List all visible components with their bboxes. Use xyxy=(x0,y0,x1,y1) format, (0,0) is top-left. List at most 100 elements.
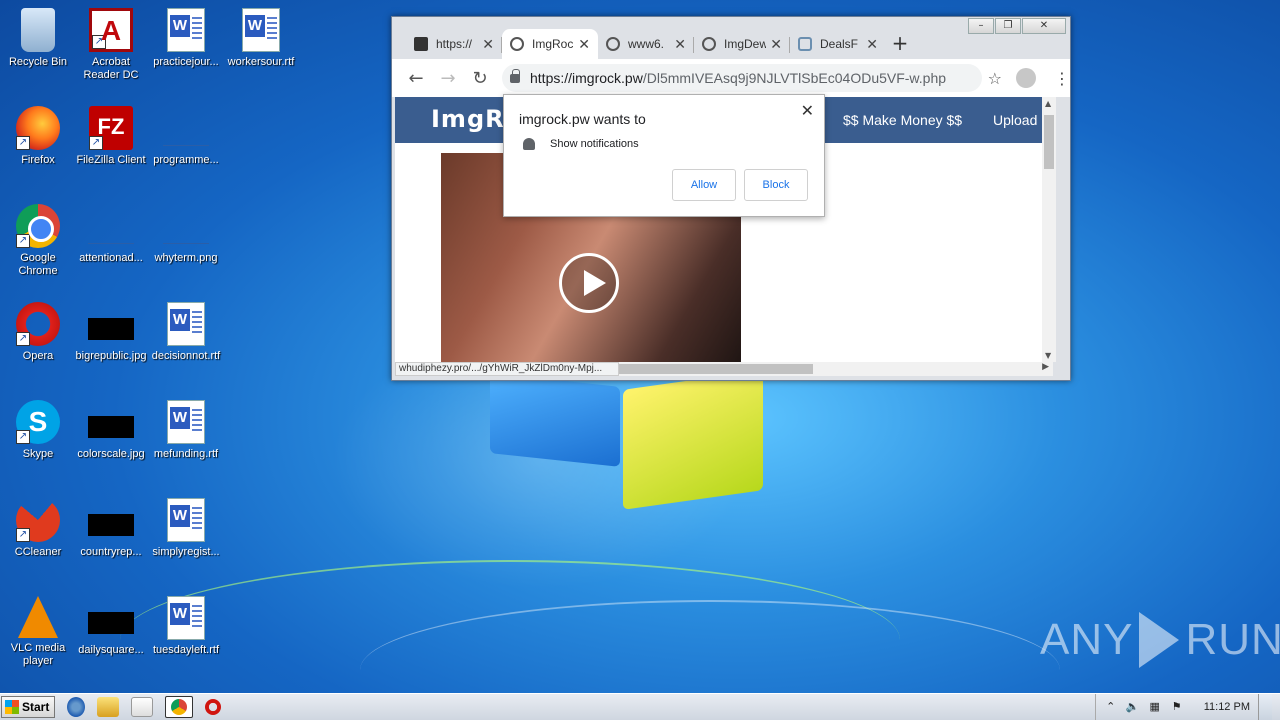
tab-close-icon[interactable]: ✕ xyxy=(866,36,878,53)
tab-close-icon[interactable]: ✕ xyxy=(674,36,686,53)
chrome-icon xyxy=(171,699,187,715)
opera-icon: ↗ xyxy=(16,302,60,346)
internet-explorer-icon[interactable] xyxy=(67,697,85,717)
skype-icon: ↗ xyxy=(16,400,60,444)
menu-kebab-icon[interactable]: ⋮ xyxy=(1054,69,1070,88)
tab-strip: https:// ✕ ImgRock ✕ www6. ✕ ImgDew ✕ De… xyxy=(406,27,914,59)
show-desktop-button[interactable] xyxy=(1258,693,1272,720)
block-button[interactable]: Block xyxy=(744,169,808,201)
desktop-icon-file[interactable]: attentionad... xyxy=(73,204,149,265)
bell-icon xyxy=(523,138,535,150)
desktop-icon-opera[interactable]: ↗ Opera xyxy=(0,302,76,363)
desktop-icon-vlc[interactable]: VLC media player xyxy=(0,596,76,668)
globe-icon xyxy=(606,37,620,51)
scroll-right-icon[interactable]: ▶ xyxy=(1042,362,1049,372)
restore-button[interactable]: ❐ xyxy=(995,18,1021,34)
window-close-button[interactable]: ✕ xyxy=(1022,18,1066,34)
windows-flag-icon xyxy=(5,700,19,714)
desktop-icon-chrome[interactable]: ↗ Google Chrome xyxy=(0,204,76,278)
play-icon[interactable] xyxy=(559,253,619,313)
image-thumbnail-icon xyxy=(88,612,134,634)
desktop-icon-image[interactable]: colorscale.jpg xyxy=(73,400,149,461)
desktop-icon-image[interactable]: whyterm.png xyxy=(148,204,224,265)
image-thumbnail-icon xyxy=(88,318,134,340)
desktop-icon-document[interactable]: workersour.rtf xyxy=(223,8,299,69)
tab-https[interactable]: https:// ✕ xyxy=(406,29,502,59)
start-button[interactable]: Start xyxy=(1,696,55,718)
desktop-icon-skype[interactable]: ↗ Skype xyxy=(0,400,76,461)
desktop-icon-file[interactable]: programme... xyxy=(148,106,224,167)
minimize-button[interactable]: – xyxy=(968,18,994,34)
tab-www6[interactable]: www6. ✕ xyxy=(598,29,694,59)
chrome-taskbar-button[interactable] xyxy=(165,696,193,718)
word-document-icon xyxy=(242,8,280,52)
desktop-icon-recycle-bin[interactable]: Recycle Bin xyxy=(0,8,76,69)
desktop-icon-acrobat[interactable]: ↗ Acrobat Reader DC xyxy=(73,8,149,82)
desktop-icon-ccleaner[interactable]: ↗ CCleaner xyxy=(0,498,76,559)
scroll-up-icon[interactable]: ▲ xyxy=(1045,99,1051,108)
tab-imgdew[interactable]: ImgDew ✕ xyxy=(694,29,790,59)
globe-icon xyxy=(510,37,524,51)
site-logo[interactable]: ImgR xyxy=(431,105,505,133)
browser-toolbar: ← → ↻ https://imgrock.pw/Dl5mmIVEAsq9j9N… xyxy=(392,59,1070,97)
anyrun-watermark: ANY RUN xyxy=(1040,612,1280,668)
vertical-scrollbar[interactable]: ▲ ▼ xyxy=(1042,97,1056,362)
network-icon[interactable]: ▦ xyxy=(1148,700,1162,714)
address-bar[interactable]: https://imgrock.pw/Dl5mmIVEAsq9j9NJLVTlS… xyxy=(502,64,982,92)
clock[interactable]: 11:12 PM xyxy=(1204,701,1250,713)
desktop-icon-filezilla[interactable]: ↗ FileZilla Client xyxy=(73,106,149,167)
notification-permission-dialog: imgrock.pw wants to ✕ Show notifications… xyxy=(503,94,825,217)
desktop-icon-firefox[interactable]: ↗ Firefox xyxy=(0,106,76,167)
dialog-title: imgrock.pw wants to xyxy=(519,111,646,127)
file-explorer-icon[interactable] xyxy=(97,697,119,717)
windows-logo xyxy=(478,370,778,510)
scroll-thumb[interactable] xyxy=(1044,115,1054,169)
globe-icon xyxy=(702,37,716,51)
nav-make-money-link[interactable]: $$ Make Money $$ xyxy=(843,112,962,128)
action-center-flag-icon[interactable]: ⚑ xyxy=(1170,700,1184,714)
desktop-icon-document[interactable]: decisionnot.rtf xyxy=(148,302,224,363)
recycle-bin-icon xyxy=(21,8,55,52)
tab-close-icon[interactable]: ✕ xyxy=(578,36,590,53)
volume-icon[interactable]: 🔈 xyxy=(1126,700,1140,714)
tab-close-icon[interactable]: ✕ xyxy=(482,36,494,53)
bookmark-star-icon[interactable]: ☆ xyxy=(988,69,1002,88)
vlc-icon xyxy=(18,596,58,638)
filezilla-icon: ↗ xyxy=(89,106,133,150)
word-document-icon xyxy=(167,596,205,640)
desktop-icon-document[interactable]: mefunding.rtf xyxy=(148,400,224,461)
acrobat-icon: ↗ xyxy=(89,8,133,52)
allow-button[interactable]: Allow xyxy=(672,169,736,201)
chrome-icon: ↗ xyxy=(16,204,60,248)
new-tab-button[interactable]: + xyxy=(886,29,914,59)
back-arrow-icon[interactable]: ← xyxy=(400,68,432,89)
close-icon[interactable]: ✕ xyxy=(801,101,814,121)
image-thumbnail-icon xyxy=(88,514,134,536)
window-controls: – ❐ ✕ xyxy=(967,18,1066,34)
taskbar: Start ⌃ 🔈 ▦ ⚑ 11:12 PM xyxy=(0,693,1280,720)
status-url: whudiphezy.pro/.../gYhWiR_JkZlDm0ny-Mpj.… xyxy=(395,362,619,376)
scroll-thumb[interactable] xyxy=(617,364,813,374)
tab-deals[interactable]: DealsF ✕ xyxy=(790,29,886,59)
word-document-icon xyxy=(167,400,205,444)
show-hidden-icons-icon[interactable]: ⌃ xyxy=(1104,700,1118,714)
desktop-icon-file[interactable]: countryrep... xyxy=(73,498,149,559)
desktop-icon-document[interactable]: tuesdayleft.rtf xyxy=(148,596,224,657)
file-code-icon xyxy=(414,37,428,51)
opera-icon[interactable] xyxy=(205,699,221,715)
play-triangle-icon xyxy=(1139,612,1180,668)
desktop-icon-file[interactable]: dailysquare... xyxy=(73,596,149,657)
word-document-icon xyxy=(167,498,205,542)
desktop-icon-document[interactable]: practicejour... xyxy=(148,8,224,69)
dialog-description: Show notifications xyxy=(550,138,639,150)
forward-arrow-icon[interactable]: → xyxy=(432,68,464,89)
reload-icon[interactable]: ↻ xyxy=(464,68,496,89)
tab-close-icon[interactable]: ✕ xyxy=(770,36,782,53)
desktop-icon-image[interactable]: bigrepublic.jpg xyxy=(73,302,149,363)
media-player-icon[interactable] xyxy=(131,697,153,717)
desktop-icon-document[interactable]: simplyregist... xyxy=(148,498,224,559)
profile-avatar-icon[interactable] xyxy=(1016,68,1036,88)
system-tray: ⌃ 🔈 ▦ ⚑ 11:12 PM xyxy=(1094,693,1280,720)
tab-imgrock[interactable]: ImgRock ✕ xyxy=(502,29,598,59)
scroll-down-icon[interactable]: ▼ xyxy=(1045,351,1051,360)
